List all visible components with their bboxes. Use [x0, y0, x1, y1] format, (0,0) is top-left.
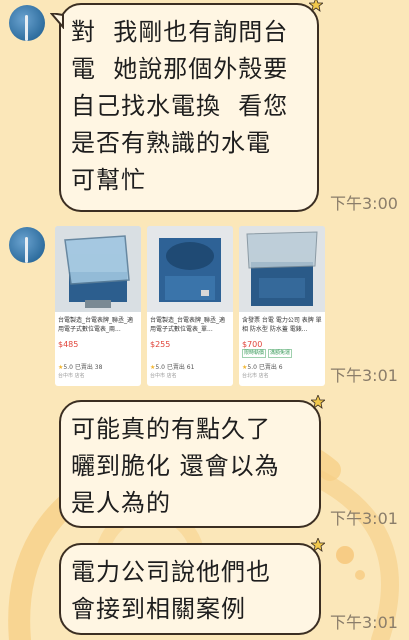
product-title: 台電製造_台電表牌_聯丞_適用電子式數位電表_單...	[150, 317, 226, 333]
product-stats: ★5.0 已賣出 61	[150, 364, 195, 371]
message-time: 下午3:00	[330, 194, 398, 213]
product-card[interactable]: 台電製造_台電表牌_聯丞_適用電子式數位電表_兩... $485 ★5.0 已賣…	[55, 226, 141, 386]
product-image	[147, 226, 233, 312]
sender-avatar[interactable]	[9, 227, 45, 263]
message-text: 可能真的有點久了 曬到脆化 還會以為 是人為的	[71, 415, 280, 517]
product-carousel[interactable]: 台電製造_台電表牌_聯丞_適用電子式數位電表_兩... $485 ★5.0 已賣…	[55, 226, 325, 386]
product-price: $700	[242, 340, 263, 349]
message-time: 下午3:01	[330, 366, 398, 385]
message-bubble-4[interactable]: 電力公司說他們也 會接到相關案例	[59, 538, 325, 635]
message-bubble-1[interactable]: 對 我剛也有詢問台電 她說那個外殼要 自己找水電換 看您 是否有熟識的水電 可幫忙	[50, 0, 323, 212]
product-title: 台電製造_台電表牌_聯丞_適用電子式數位電表_兩...	[58, 317, 134, 333]
message-time: 下午3:01	[330, 613, 398, 632]
product-card[interactable]: 含發票 台電 電力公司 表牌 單相 防水型 防水蓋 電錶... $700 限時執…	[239, 226, 325, 386]
message-text: 電力公司說他們也 會接到相關案例	[71, 558, 271, 623]
star-icon	[311, 538, 325, 552]
bubble-tail	[50, 13, 64, 29]
seller-location: 台北市 店名	[242, 373, 269, 379]
product-tag: 滿額免運	[268, 349, 293, 358]
product-stats: ★5.0 已賣出 38	[58, 364, 103, 371]
product-price: $485	[58, 340, 79, 349]
product-image	[55, 226, 141, 312]
seller-location: 台中市 店名	[58, 373, 85, 379]
message-text: 對 我剛也有詢問台電 她說那個外殼要 自己找水電換 看您 是否有熟識的水電 可幫忙	[71, 18, 289, 194]
product-tags: 限時執價 滿額免運	[242, 349, 293, 358]
product-stats: ★5.0 已賣出 6	[242, 364, 283, 371]
sender-avatar[interactable]	[9, 5, 45, 41]
product-title: 含發票 台電 電力公司 表牌 單相 防水型 防水蓋 電錶...	[242, 317, 322, 333]
seller-location: 台中市 店名	[150, 373, 177, 379]
product-image	[239, 226, 325, 312]
product-tag: 限時執價	[242, 349, 267, 358]
product-price: $255	[150, 340, 171, 349]
message-time: 下午3:01	[330, 509, 398, 528]
star-icon	[309, 0, 323, 12]
product-card[interactable]: 台電製造_台電表牌_聯丞_適用電子式數位電表_單... $255 ★5.0 已賣…	[147, 226, 233, 386]
star-icon	[311, 395, 325, 409]
message-bubble-3[interactable]: 可能真的有點久了 曬到脆化 還會以為 是人為的	[59, 395, 325, 528]
